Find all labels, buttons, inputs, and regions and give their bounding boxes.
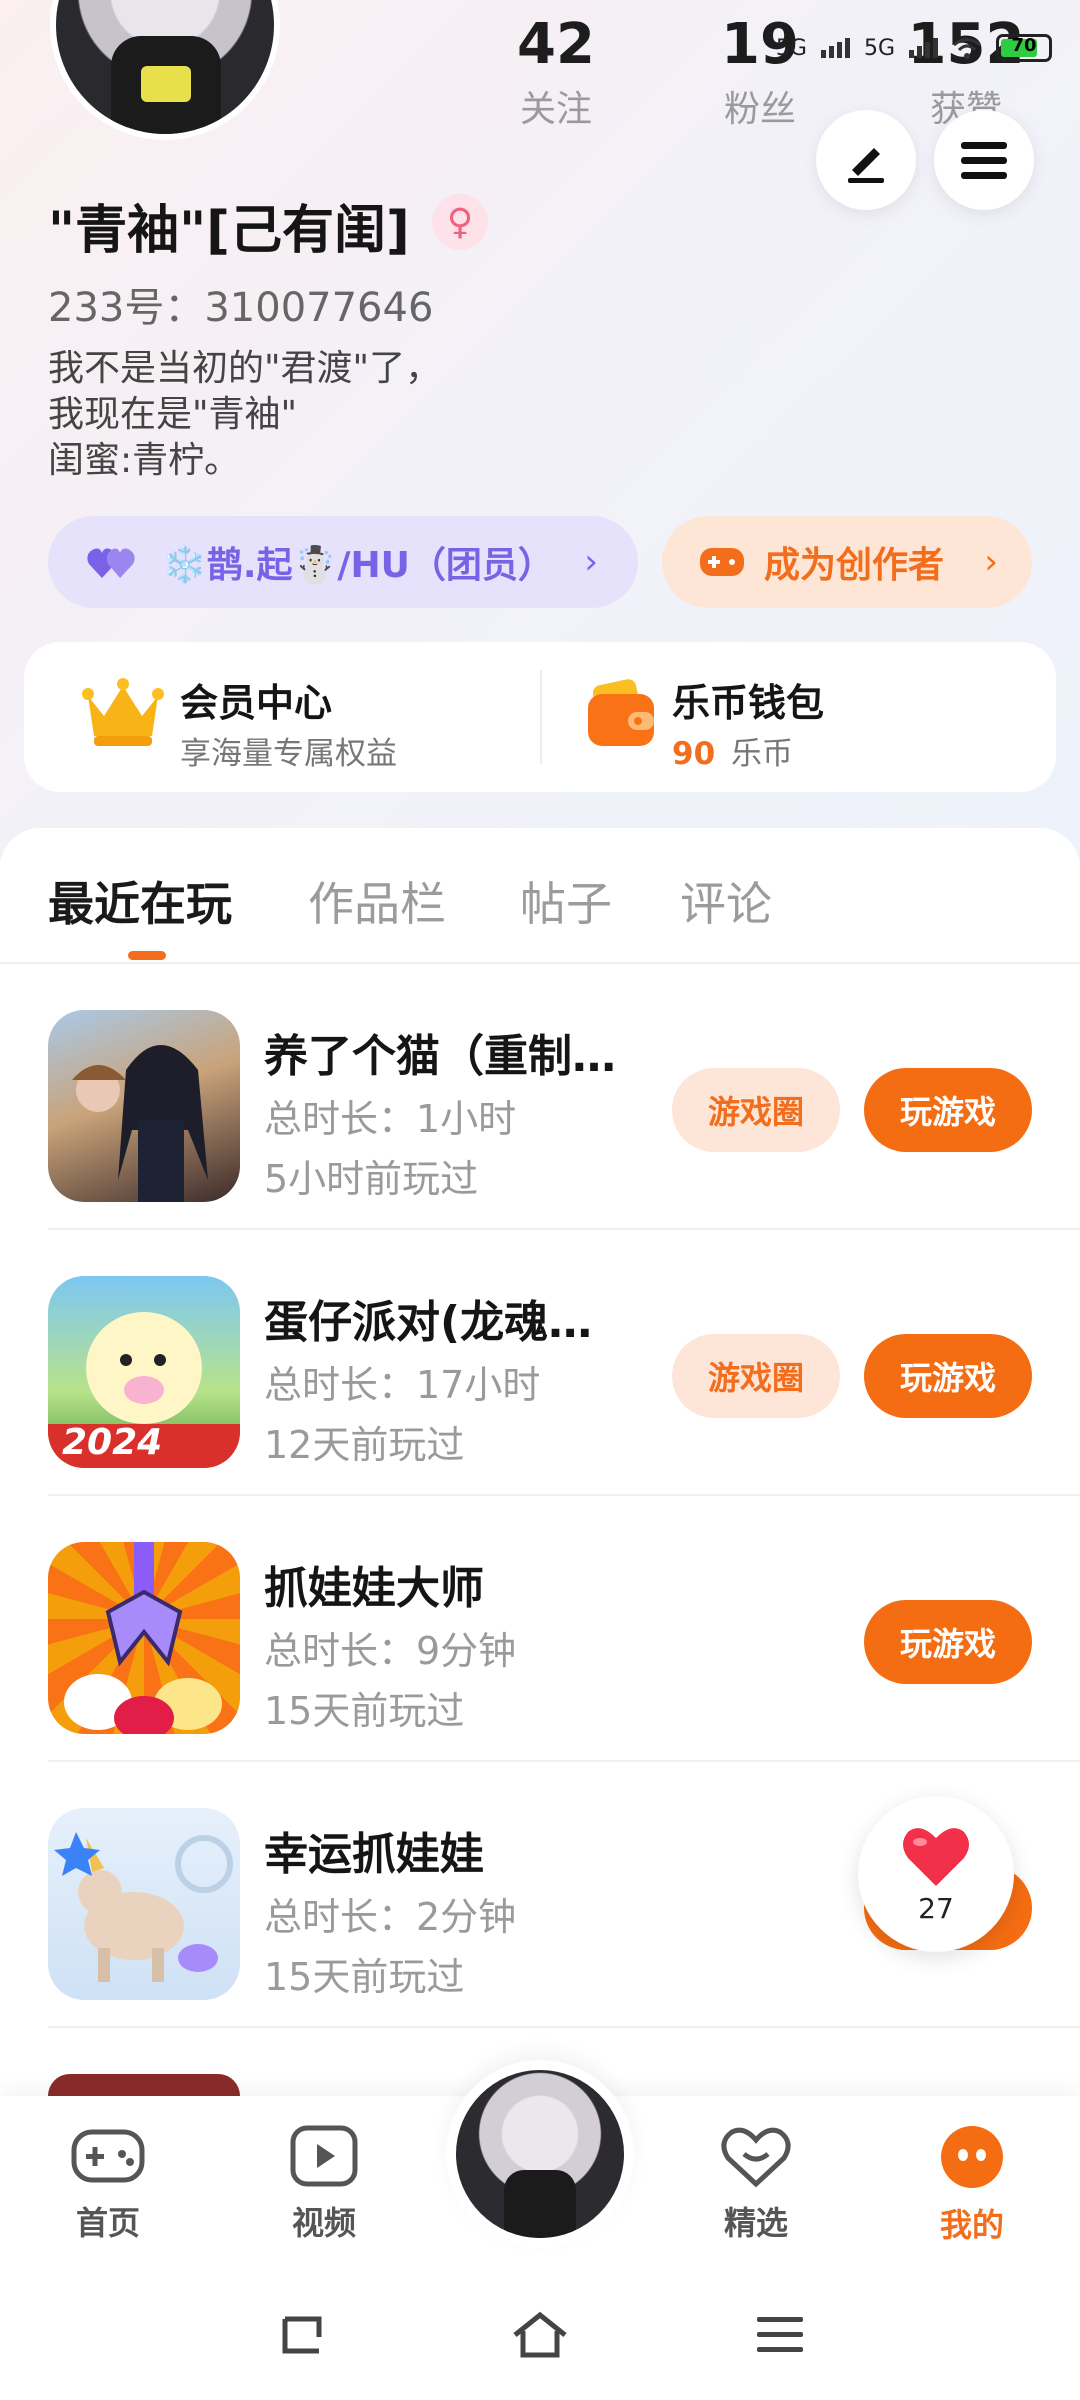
edit-profile-button[interactable] xyxy=(816,110,916,210)
system-home-button[interactable] xyxy=(490,2300,590,2370)
active-tab-indicator xyxy=(128,951,166,960)
menu-button[interactable] xyxy=(934,110,1034,210)
nav-avatar-button[interactable] xyxy=(446,2060,634,2248)
vip-title: 会员中心 xyxy=(180,681,333,725)
game-duration: 总时长：1小时 xyxy=(264,1097,517,1141)
game-last-played: 5小时前玩过 xyxy=(264,1157,479,1201)
team-chip[interactable]: ❄️鹊.起☃️/HU（团员） › xyxy=(48,516,638,608)
unicorn-toy-image xyxy=(54,1832,233,1982)
network-label-1: 5G xyxy=(775,35,807,61)
game-thumbnail[interactable] xyxy=(48,1542,240,1734)
member-wallet-card: 会员中心 享海量专属权益 乐币钱包 90 乐币 xyxy=(24,642,1056,792)
chevron-right-icon: › xyxy=(584,542,598,582)
wallet-balance: 90 乐币 xyxy=(672,728,793,773)
vip-center-entry[interactable]: 会员中心 享海量专属权益 xyxy=(24,642,540,792)
nav-video[interactable]: 视频 xyxy=(254,2124,394,2244)
nav-mine[interactable]: 我的 xyxy=(902,2124,1042,2246)
wallet-entry[interactable]: 乐币钱包 90 乐币 xyxy=(542,642,1056,792)
following-count: 42 xyxy=(517,12,595,77)
vip-subtitle: 享海量专属权益 xyxy=(180,736,397,772)
wallet-unit: 乐币 xyxy=(731,736,793,772)
game-title: 蛋仔派对(龙魂… xyxy=(264,1297,593,1348)
signal-icon-2 xyxy=(909,38,938,58)
game-duration: 总时长：17小时 xyxy=(264,1363,541,1407)
game-title: 幸运抓娃娃 xyxy=(264,1829,484,1880)
claw-machine-image xyxy=(64,1542,222,1734)
crown-icon xyxy=(82,678,164,746)
game-last-played: 15天前玩过 xyxy=(264,1689,465,1733)
gender-female-icon: ♀ xyxy=(432,194,488,250)
creator-label: 成为创作者 xyxy=(764,545,945,586)
wallet-title: 乐币钱包 xyxy=(672,681,825,725)
play-game-button[interactable]: 玩游戏 xyxy=(864,1068,1032,1152)
battery-level: 70 xyxy=(1011,35,1037,56)
following-label: 关注 xyxy=(519,89,592,130)
game-title: 抓娃娃大师 xyxy=(264,1563,484,1614)
video-play-icon xyxy=(290,2125,358,2187)
nav-home[interactable]: 首页 xyxy=(38,2124,178,2244)
nav-home-label: 首页 xyxy=(75,2204,140,2242)
system-recents-button[interactable] xyxy=(730,2300,830,2370)
play-game-button[interactable]: 玩游戏 xyxy=(864,1600,1032,1684)
profile-name: "青袖"[己有闺] xyxy=(48,201,410,261)
home-icon xyxy=(513,2311,567,2358)
game-circle-button[interactable]: 游戏圈 xyxy=(672,1068,840,1152)
game-row[interactable]: 2024 蛋仔派对(龙魂… 总时长：17小时 12天前玩过 游戏圈 玩游戏 xyxy=(0,1230,1080,1496)
nav-featured[interactable]: 精选 xyxy=(686,2124,826,2244)
gamepad-icon xyxy=(700,548,744,576)
game-last-played: 15天前玩过 xyxy=(264,1955,465,1999)
status-bar: 5G 5G 70 xyxy=(776,18,1052,78)
anime-girl-image xyxy=(72,1045,208,1202)
row-divider xyxy=(48,2026,1080,2028)
play-game-button[interactable]: 玩游戏 xyxy=(864,1334,1032,1418)
year-badge: 2024 xyxy=(62,1422,163,1463)
heart-chat-icon xyxy=(721,2127,791,2188)
wifi-icon xyxy=(953,38,981,59)
system-back-button[interactable] xyxy=(250,2300,350,2370)
tab-works[interactable]: 作品栏 xyxy=(308,868,446,934)
heart-icon xyxy=(903,1827,969,1886)
team-label: ❄️鹊.起☃️/HU（团员） xyxy=(162,545,554,586)
wallet-amount: 90 xyxy=(672,736,716,772)
nav-avatar-image xyxy=(456,2070,624,2238)
followers-label: 粉丝 xyxy=(723,89,796,130)
game-duration: 总时长：2分钟 xyxy=(264,1895,517,1939)
like-count: 27 xyxy=(918,1891,954,1925)
game-last-played: 12天前玩过 xyxy=(264,1423,465,1467)
battery-icon: 70 xyxy=(996,34,1052,62)
game-thumbnail[interactable]: 2024 xyxy=(48,1276,240,1468)
tab-posts[interactable]: 帖子 xyxy=(520,868,612,934)
signal-icon xyxy=(820,38,850,58)
nav-video-label: 视频 xyxy=(291,2204,356,2242)
nav-mine-label: 我的 xyxy=(939,2206,1004,2244)
game-circle-button[interactable]: 游戏圈 xyxy=(672,1334,840,1418)
game-thumbnail[interactable] xyxy=(48,1808,240,2000)
floating-like-button[interactable]: 27 xyxy=(858,1796,1014,1952)
profile-bio: 我不是当初的"君渡"了， 我现在是"青袖" 闺蜜:青柠。 xyxy=(48,348,442,481)
double-heart-icon xyxy=(87,548,135,578)
game-title: 养了个猫（重制… xyxy=(264,1031,616,1082)
game-row-partial[interactable] xyxy=(48,2074,240,2096)
network-label-2: 5G xyxy=(863,35,895,61)
game-row[interactable]: 养了个猫（重制… 总时长：1小时 5小时前玩过 游戏圈 玩游戏 xyxy=(0,964,1080,1230)
tab-recently-played[interactable]: 最近在玩 xyxy=(48,868,232,934)
become-creator-chip[interactable]: 成为创作者 › xyxy=(662,516,1032,608)
nav-featured-label: 精选 xyxy=(723,2204,788,2242)
game-duration: 总时长：9分钟 xyxy=(264,1629,517,1673)
gamepad-icon xyxy=(71,2129,145,2183)
back-arrow-icon xyxy=(282,2316,322,2354)
hamburger-icon xyxy=(961,142,1007,179)
pen-icon xyxy=(848,148,884,183)
menu-lines-icon xyxy=(757,2317,803,2352)
stat-following[interactable]: 42 关注 xyxy=(486,10,626,132)
profile-face-icon xyxy=(941,2126,1003,2188)
chevron-right-icon: › xyxy=(984,542,998,582)
tab-comments[interactable]: 评论 xyxy=(680,868,772,934)
game-row[interactable]: 抓娃娃大师 总时长：9分钟 15天前玩过 玩游戏 xyxy=(0,1496,1080,1762)
game-thumbnail[interactable] xyxy=(48,1010,240,1202)
profile-uid[interactable]: 233号：310077646 xyxy=(48,275,433,333)
wallet-icon xyxy=(588,679,654,746)
